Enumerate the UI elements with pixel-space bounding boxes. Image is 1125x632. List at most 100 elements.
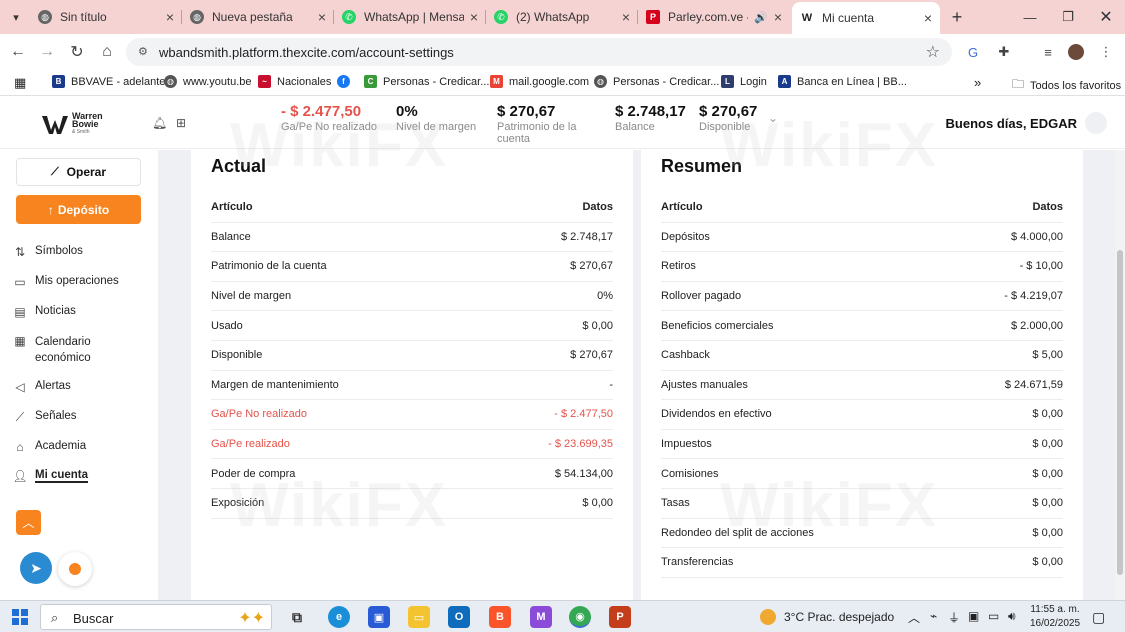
table-row: Comisiones $ 0,00 (661, 459, 1063, 489)
windows-start-icon[interactable] (12, 609, 28, 625)
url-text[interactable]: wbandsmith.platform.thexcite.com/account… (159, 45, 454, 60)
bookmark-nacionales[interactable]: ~ Nacionales (258, 75, 331, 88)
scrollbar-thumb[interactable] (1117, 250, 1123, 575)
chart-icon: ⟋ (50, 165, 59, 178)
chrome-icon[interactable]: ◉ (569, 606, 591, 628)
display-icon[interactable]: ▣ (968, 609, 979, 623)
store-icon[interactable]: ▣ (368, 606, 390, 628)
bookmark-gmail[interactable]: Mmail.google.com (490, 75, 589, 88)
close-icon[interactable]: × (924, 10, 932, 26)
signal-icon: ⟋ (15, 410, 25, 424)
network-icon[interactable]: ⌁ (930, 609, 937, 623)
back-icon[interactable]: ← (6, 40, 30, 64)
row-value: - $ 23.699,35 (548, 438, 613, 451)
collapse-sidebar-button[interactable]: ︿ (16, 510, 41, 535)
address-bar[interactable]: ⚙ wbandsmith.platform.thexcite.com/accou… (126, 38, 952, 66)
row-value: 0% (597, 290, 613, 303)
tab-search-dropdown-icon[interactable]: ▾ (4, 6, 28, 28)
close-icon[interactable]: × (470, 9, 478, 25)
table-row: Ajustes manuales $ 24.671,59 (661, 371, 1063, 401)
bookmark-credicard-2[interactable]: ◍ Personas - Credicar... (594, 75, 719, 88)
volume-icon[interactable]: 🔊︎ (1008, 609, 1016, 624)
table-row: Disponible $ 270,67 (211, 341, 613, 371)
translate-icon[interactable]: G (963, 42, 983, 62)
edge-icon[interactable]: e (328, 606, 350, 628)
telegram-button[interactable]: ➤ (20, 552, 52, 584)
home-icon[interactable]: ⌂ (95, 40, 119, 64)
powerpoint-icon[interactable]: P (609, 606, 631, 628)
brand-logo[interactable]: Warren Bowie & Smith (42, 112, 108, 136)
clock[interactable]: 11:55 a. m. 16/02/2025 (1030, 603, 1080, 631)
sidebar-item-senales[interactable]: ⟋ Señales (12, 410, 77, 424)
bookmark-login[interactable]: L Login (721, 75, 767, 88)
weather-widget[interactable]: 3°C Prac. despejado (760, 609, 894, 625)
sidebar-item-alertas[interactable]: ◁ Alertas (12, 380, 70, 394)
warren-bowie-logo-icon (42, 116, 68, 134)
table-row: Transferencias $ 0,00 (661, 548, 1063, 578)
tab-whatsapp[interactable]: ✆ (2) WhatsApp × (486, 4, 638, 30)
sidebar-item-noticias[interactable]: ▤ Noticias (12, 305, 76, 319)
bookmark-banca-linea[interactable]: A Banca en Línea | BB... (778, 75, 907, 88)
reload-icon[interactable]: ↻ (65, 40, 89, 64)
gift-icon[interactable]: ⊞ (176, 116, 190, 130)
deposito-button[interactable]: ↑ Depósito (16, 195, 141, 224)
close-icon[interactable]: × (166, 9, 174, 25)
taskbar-search[interactable]: ⌕ Buscar ✦✦ (40, 604, 272, 630)
brand-name: Warren Bowie (72, 111, 103, 129)
site-settings-icon[interactable]: ⚙ (138, 45, 152, 59)
bookmark-facebook[interactable]: f (337, 75, 356, 88)
m365-icon[interactable]: M (530, 606, 552, 628)
battery-icon[interactable]: ▭ (988, 609, 999, 623)
sidebar-item-simbolos[interactable]: ⇅ Símbolos (12, 245, 83, 259)
chat-support-button[interactable] (58, 552, 92, 586)
tab-mi-cuenta[interactable]: W Mi cuenta × (792, 2, 940, 34)
task-view-icon[interactable]: ⧉ (286, 606, 308, 628)
chevron-down-icon[interactable]: ⌄ (768, 111, 782, 125)
media-queue-icon[interactable]: ≡ (1038, 42, 1058, 62)
tab-sin-titulo[interactable]: ◍ Sin título × (30, 4, 182, 30)
row-value: $ 0,00 (1032, 526, 1063, 539)
file-explorer-icon[interactable]: ▭ (408, 606, 430, 628)
table-row: Exposición $ 0,00 (211, 489, 613, 519)
apps-grid-icon[interactable]: ▦ (14, 75, 26, 91)
tab-parley[interactable]: P Parley.com.ve - El 🔊 × (638, 4, 790, 30)
metric-balance: $ 2.748,17 Balance (615, 103, 686, 133)
kebab-menu-icon[interactable]: ⋮ (1096, 42, 1116, 62)
outlook-icon[interactable]: O (448, 606, 470, 628)
bell-icon[interactable]: 🔔︎ (152, 116, 167, 130)
bookmark-bbvave[interactable]: B BBVAVE - adelante (52, 75, 165, 88)
restore-icon[interactable]: ❐ (1056, 6, 1080, 28)
all-bookmarks[interactable]: 🗀 Todos los favoritos (1012, 75, 1121, 96)
page-scrollbar[interactable] (1115, 150, 1125, 600)
sidebar-item-mis-operaciones[interactable]: ▭ Mis operaciones (12, 275, 118, 289)
bookmark-youtu[interactable]: ◍ www.youtu.be (164, 75, 251, 88)
speaker-icon[interactable]: 🔊 (754, 11, 768, 24)
forward-icon[interactable]: → (35, 40, 59, 64)
brave-icon[interactable]: B (489, 606, 511, 628)
sidebar-item-calendario[interactable]: ▦ Calendario económico (12, 334, 115, 366)
close-icon[interactable]: × (622, 9, 630, 25)
new-tab-icon[interactable]: + (946, 6, 968, 28)
minimize-icon[interactable]: — (1018, 6, 1042, 28)
avatar[interactable] (1085, 112, 1107, 134)
window-close-icon[interactable]: ✕ (1094, 6, 1118, 28)
bookmark-credicard-1[interactable]: C Personas - Credicar... (364, 75, 489, 88)
sidebar-item-academia[interactable]: ⌂ Academia (12, 440, 86, 454)
profile-avatar-icon[interactable] (1066, 42, 1086, 62)
chevron-up-icon[interactable]: ︿ (908, 609, 920, 626)
more-bookmarks-icon[interactable]: » (974, 75, 981, 90)
table-row: Cashback $ 5,00 (661, 341, 1063, 371)
row-label: Ga/Pe No realizado (211, 408, 307, 421)
row-value: - $ 2.477,50 (554, 408, 613, 421)
sidebar-item-mi-cuenta[interactable]: 👤︎ Mi cuenta (12, 469, 89, 483)
close-icon[interactable]: × (774, 9, 782, 25)
table-row: Tasas $ 0,00 (661, 489, 1063, 519)
usb-icon[interactable]: ⏚ (948, 609, 960, 626)
notifications-icon[interactable]: ▢ (1092, 609, 1105, 626)
close-icon[interactable]: × (318, 9, 326, 25)
tab-nueva-pestana[interactable]: ◍ Nueva pestaña × (182, 4, 334, 30)
extensions-icon[interactable]: ✚ (994, 42, 1014, 62)
bookmark-star-icon[interactable]: ☆ (926, 42, 940, 62)
tab-whatsapp-mensaje[interactable]: ✆ WhatsApp | Mensaje × (334, 4, 486, 30)
operar-button[interactable]: ⟋ Operar (16, 158, 141, 186)
